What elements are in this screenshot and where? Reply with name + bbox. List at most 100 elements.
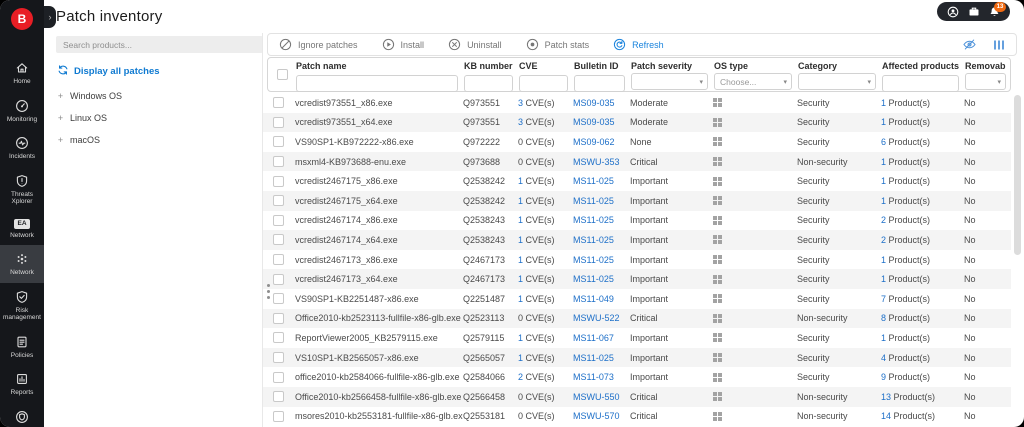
kb-number-filter-input[interactable]: [464, 74, 513, 92]
patch-stats-button[interactable]: Patch stats: [526, 38, 589, 51]
products-count[interactable]: 14: [881, 411, 891, 421]
tree-item-windows-os[interactable]: + Windows OS: [57, 85, 256, 107]
bulletin-link[interactable]: MS11-067: [573, 333, 614, 343]
table-row[interactable]: VS90SP1-KB2251487-x86.exe Q2251487 1 CVE(s…: [263, 289, 1011, 309]
bulletin-link[interactable]: MS11-025: [573, 235, 614, 245]
bulletin-link[interactable]: MSWU-522: [573, 313, 620, 323]
row-checkbox[interactable]: [272, 273, 284, 285]
sidebar-item-monitoring[interactable]: Monitoring: [0, 92, 44, 130]
install-button[interactable]: Install: [382, 38, 424, 51]
table-row[interactable]: VS10SP1-KB2565057-x86.exe Q2565057 1 CVE(s…: [263, 347, 1011, 368]
cve-filter-input[interactable]: [519, 74, 568, 92]
products-count[interactable]: 1: [881, 274, 886, 284]
bulletin-link[interactable]: MS11-073: [573, 372, 614, 382]
bulletin-link[interactable]: MSWU-570: [573, 411, 620, 421]
bulletin-link[interactable]: MS11-049: [573, 294, 614, 304]
row-checkbox[interactable]: [272, 410, 284, 422]
tree-item-macos[interactable]: + macOS: [57, 129, 256, 151]
affected-products-filter-input[interactable]: [882, 74, 959, 92]
cve-count[interactable]: 1: [518, 294, 523, 304]
products-count[interactable]: 13: [881, 392, 891, 402]
scrollbar-thumb[interactable]: [1014, 95, 1021, 255]
products-count[interactable]: 1: [881, 176, 886, 186]
sidebar-item-sandbox-icon[interactable]: [0, 403, 44, 427]
uninstall-button[interactable]: Uninstall: [448, 38, 502, 51]
bulletin-link[interactable]: MS11-025: [573, 196, 614, 206]
cve-count[interactable]: 1: [518, 176, 523, 186]
cve-count[interactable]: 1: [518, 255, 523, 265]
products-count[interactable]: 6: [881, 137, 886, 147]
table-row[interactable]: Office2010-kb2523113-fullfile-x86-glb.ex…: [263, 308, 1011, 329]
products-count[interactable]: 2: [881, 215, 886, 225]
bulletin-link[interactable]: MS09-062: [573, 137, 615, 147]
row-checkbox[interactable]: [272, 312, 284, 324]
select-all-checkbox[interactable]: [276, 69, 288, 80]
removable-filter-select[interactable]: ▾: [965, 73, 1006, 90]
products-count[interactable]: 8: [881, 313, 886, 323]
table-row[interactable]: msxml4-KB973688-enu.exe Q973688 0 CVE(s) MS…: [263, 151, 1011, 172]
row-checkbox[interactable]: [272, 332, 284, 344]
sidebar-item-home[interactable]: Home: [0, 54, 44, 92]
products-count[interactable]: 1: [881, 98, 886, 108]
table-row[interactable]: vcredist973551_x86.exe Q973551 3 CVE(s) MS0…: [263, 93, 1011, 113]
sidebar-item-network[interactable]: EA Network: [0, 212, 44, 246]
products-count[interactable]: 2: [881, 235, 886, 245]
products-count[interactable]: 1: [881, 196, 886, 206]
sidebar-expand-button[interactable]: ›: [44, 6, 56, 28]
bulletin-link[interactable]: MSWU-353: [573, 157, 620, 167]
row-checkbox[interactable]: [272, 136, 284, 148]
row-checkbox[interactable]: [272, 175, 284, 187]
table-row[interactable]: vcredist2467173_x86.exe Q2467173 1 CVE(s) M…: [263, 250, 1011, 270]
cve-count[interactable]: 1: [518, 196, 523, 206]
row-checkbox[interactable]: [272, 391, 284, 403]
products-count[interactable]: 1: [881, 333, 886, 343]
table-row[interactable]: VS90SP1-KB972222-x86.exe Q972222 0 CVE(s) M…: [263, 132, 1011, 152]
refresh-button[interactable]: Refresh: [613, 38, 664, 51]
products-count[interactable]: 1: [881, 157, 886, 167]
cve-count[interactable]: 1: [518, 274, 523, 284]
category-filter-select[interactable]: ▾: [798, 73, 876, 90]
row-checkbox[interactable]: [272, 195, 284, 207]
notifications-icon[interactable]: 13: [989, 1, 1006, 18]
products-count[interactable]: 9: [881, 372, 886, 382]
patch-severity-filter-select[interactable]: ▾: [631, 73, 708, 90]
expand-plus-icon[interactable]: +: [57, 91, 64, 101]
row-checkbox[interactable]: [272, 293, 284, 305]
sidebar-item-risk-management[interactable]: Risk management: [0, 283, 44, 328]
bulletin-link[interactable]: MSWU-550: [573, 392, 620, 402]
brand-logo[interactable]: B: [11, 8, 33, 30]
ignore-patches-button[interactable]: Ignore patches: [279, 38, 358, 51]
table-row[interactable]: ReportViewer2005_KB2579115.exe Q2579115 1 …: [263, 328, 1011, 348]
products-count[interactable]: 4: [881, 353, 886, 363]
cve-count[interactable]: 1: [518, 215, 523, 225]
row-checkbox[interactable]: [272, 371, 284, 383]
products-count[interactable]: 1: [881, 117, 886, 127]
bulletin-link[interactable]: MS11-025: [573, 353, 614, 363]
sidebar-item-threats-xplorer[interactable]: Threats Xplorer: [0, 167, 44, 212]
cve-count[interactable]: 1: [518, 333, 523, 343]
bulletin-link[interactable]: MS11-025: [573, 274, 614, 284]
panel-resize-handle[interactable]: [265, 284, 271, 302]
row-checkbox[interactable]: [272, 234, 284, 246]
table-row[interactable]: vcredist2467173_x64.exe Q2467173 1 CVE(s) M…: [263, 269, 1011, 289]
table-row[interactable]: Office2010-kb2566458-fullfile-x86-glb.ex…: [263, 386, 1011, 407]
products-count[interactable]: 1: [881, 255, 886, 265]
tree-item-linux-os[interactable]: + Linux OS: [57, 107, 256, 129]
row-checkbox[interactable]: [272, 214, 284, 226]
row-checkbox[interactable]: [272, 352, 284, 364]
search-input[interactable]: [56, 36, 263, 53]
sidebar-item-network[interactable]: Network: [0, 245, 44, 283]
sidebar-item-policies[interactable]: Policies: [0, 328, 44, 366]
user-icon[interactable]: [947, 6, 959, 18]
row-checkbox[interactable]: [272, 116, 284, 128]
cve-count[interactable]: 3: [518, 98, 523, 108]
cve-count[interactable]: 1: [518, 235, 523, 245]
bulletin-link[interactable]: MS09-035: [573, 117, 615, 127]
table-row[interactable]: msores2010-kb2553181-fullfile-x86-glb.ex…: [263, 407, 1011, 427]
cve-count[interactable]: 1: [518, 353, 523, 363]
row-checkbox[interactable]: [272, 156, 284, 168]
table-row[interactable]: vcredist2467175_x64.exe Q2538242 1 CVE(s) M…: [263, 190, 1011, 211]
patch-name-filter-input[interactable]: [296, 74, 458, 92]
table-row[interactable]: vcredist2467175_x86.exe Q2538242 1 CVE(s) M…: [263, 171, 1011, 191]
columns-icon[interactable]: [993, 39, 1005, 51]
